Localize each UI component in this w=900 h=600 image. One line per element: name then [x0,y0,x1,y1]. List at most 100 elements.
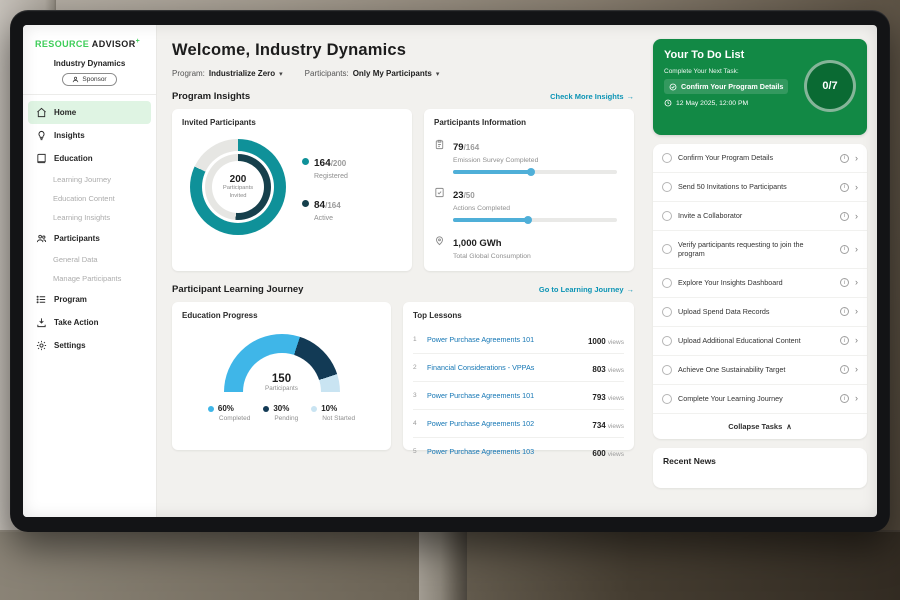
legend-dot-pending [263,406,269,412]
chevron-right-icon[interactable]: › [855,183,858,192]
metric-label: Total Global Consumption [453,253,624,260]
task-checkbox[interactable] [662,336,672,346]
chevron-right-icon[interactable]: › [855,245,858,254]
info-icon[interactable]: i [840,307,849,316]
chevron-right-icon[interactable]: › [855,278,858,287]
sidebar-item-learning-insights[interactable]: Learning Insights [23,208,156,227]
task-checkbox[interactable] [662,365,672,375]
info-icon[interactable]: i [840,365,849,374]
progress-track [453,218,617,222]
sidebar-item-education[interactable]: Education [23,147,156,170]
task-row-confirm-program[interactable]: Confirm Your Program Details i › [653,144,867,173]
collapse-tasks-link[interactable]: Collapse Tasks ∧ [653,414,867,439]
info-row-emission-survey: 79/164 Emission Survey Completed [434,137,624,174]
lesson-link[interactable]: Power Purchase Agreements 101 [427,391,586,400]
sidebar-item-education-content[interactable]: Education Content [23,189,156,208]
info-icon[interactable]: i [840,336,849,345]
lesson-link[interactable]: Power Purchase Agreements 103 [427,447,586,456]
todo-due-label: 12 May 2025, 12:00 PM [676,100,748,107]
sidebar-item-take-action[interactable]: Take Action [23,311,156,334]
sidebar-item-label: Participants [54,234,100,243]
lesson-row[interactable]: 3 Power Purchase Agreements 101 793views [413,382,624,410]
participants-filter-label: Participants: [305,69,349,78]
page-title: Welcome, Industry Dynamics [172,41,634,60]
lesson-row[interactable]: 1 Power Purchase Agreements 101 1000view… [413,326,624,354]
task-row-invite-collaborator[interactable]: Invite a Collaborator i › [653,202,867,231]
task-checkbox[interactable] [662,244,672,254]
task-row-achieve-target[interactable]: Achieve One Sustainability Target i › [653,356,867,385]
lesson-rank: 2 [413,364,421,371]
task-checkbox[interactable] [662,153,672,163]
download-tray-icon [36,317,47,328]
chevron-right-icon[interactable]: › [855,307,858,316]
lesson-row[interactable]: 2 Financial Considerations - VPPAs 803vi… [413,354,624,382]
program-filter-dropdown[interactable]: Program: Industrialize Zero ▾ [172,69,283,78]
metric-total: /50 [464,191,475,200]
sidebar-item-label: Settings [54,341,86,350]
education-progress-card: Education Progress 150 Participants 60% … [172,302,391,450]
check-more-insights-link[interactable]: Check More Insights → [550,92,634,101]
task-row-complete-learning-journey[interactable]: Complete Your Learning Journey i › [653,385,867,414]
sponsor-badge[interactable]: Sponsor [62,73,116,86]
caret-up-icon: ∧ [786,422,792,431]
org-name: Industry Dynamics [23,59,156,68]
donut-center-value: 200 [230,174,247,185]
sidebar-item-participants[interactable]: Participants [23,227,156,250]
task-label: Confirm Your Program Details [678,153,834,162]
sidebar-item-label: Insights [54,131,85,140]
progress-fill [453,218,529,222]
lesson-views-label: views [608,367,624,374]
task-checkbox[interactable] [662,211,672,221]
participants-filter-dropdown[interactable]: Participants: Only My Participants ▾ [305,69,440,78]
legend-label: Active [314,215,348,222]
sidebar-item-learning-journey[interactable]: Learning Journey [23,170,156,189]
task-row-explore-insights[interactable]: Explore Your Insights Dashboard i › [653,269,867,298]
lightbulb-icon [36,130,47,141]
info-icon[interactable]: i [840,245,849,254]
chevron-right-icon[interactable]: › [855,154,858,163]
info-icon[interactable]: i [840,278,849,287]
task-row-upload-spend-data[interactable]: Upload Spend Data Records i › [653,298,867,327]
legend-label: Pending [274,415,298,422]
legend-total: /164 [325,201,341,210]
task-row-verify-participants[interactable]: Verify participants requesting to join t… [653,231,867,269]
chevron-right-icon[interactable]: › [855,336,858,345]
task-checkbox[interactable] [662,394,672,404]
sidebar-item-manage-participants[interactable]: Manage Participants [23,269,156,288]
legend-label: Completed [219,415,250,422]
card-title: Participants Information [434,118,624,127]
info-icon[interactable]: i [840,183,849,192]
todo-progress-value: 0/7 [822,80,837,92]
info-icon[interactable]: i [840,212,849,221]
people-icon [36,233,47,244]
info-icon[interactable]: i [840,154,849,163]
lesson-row[interactable]: 4 Power Purchase Agreements 102 734views [413,410,624,438]
sidebar-item-home[interactable]: Home [28,101,151,124]
education-gauge-chart: 150 Participants [224,334,340,392]
task-checkbox[interactable] [662,182,672,192]
chevron-right-icon[interactable]: › [855,394,858,403]
sidebar-item-insights[interactable]: Insights [23,124,156,147]
lesson-row[interactable]: 5 Power Purchase Agreements 103 600views [413,438,624,465]
task-checkbox[interactable] [662,307,672,317]
card-title: Education Progress [182,311,381,320]
chevron-right-icon[interactable]: › [855,365,858,374]
sidebar-item-program[interactable]: Program [23,288,156,311]
recent-news-card[interactable]: Recent News [653,448,867,488]
lesson-rank: 5 [413,448,421,455]
lesson-link[interactable]: Power Purchase Agreements 101 [427,335,582,344]
lesson-link[interactable]: Power Purchase Agreements 102 [427,419,586,428]
task-row-upload-educational-content[interactable]: Upload Additional Educational Content i … [653,327,867,356]
task-checkbox[interactable] [662,278,672,288]
chevron-right-icon[interactable]: › [855,212,858,221]
sidebar: RESOURCE ADVISOR+ Industry Dynamics Spon… [23,25,157,517]
lesson-link[interactable]: Financial Considerations - VPPAs [427,363,586,372]
task-row-send-invitations[interactable]: Send 50 Invitations to Participants i › [653,173,867,202]
logo-plus: + [136,38,141,45]
sidebar-item-general-data[interactable]: General Data [23,250,156,269]
sidebar-item-settings[interactable]: Settings [23,334,156,357]
info-icon[interactable]: i [840,394,849,403]
go-to-learning-journey-link[interactable]: Go to Learning Journey → [539,285,634,294]
task-label: Explore Your Insights Dashboard [678,278,834,287]
legend-dot-registered [302,158,309,165]
